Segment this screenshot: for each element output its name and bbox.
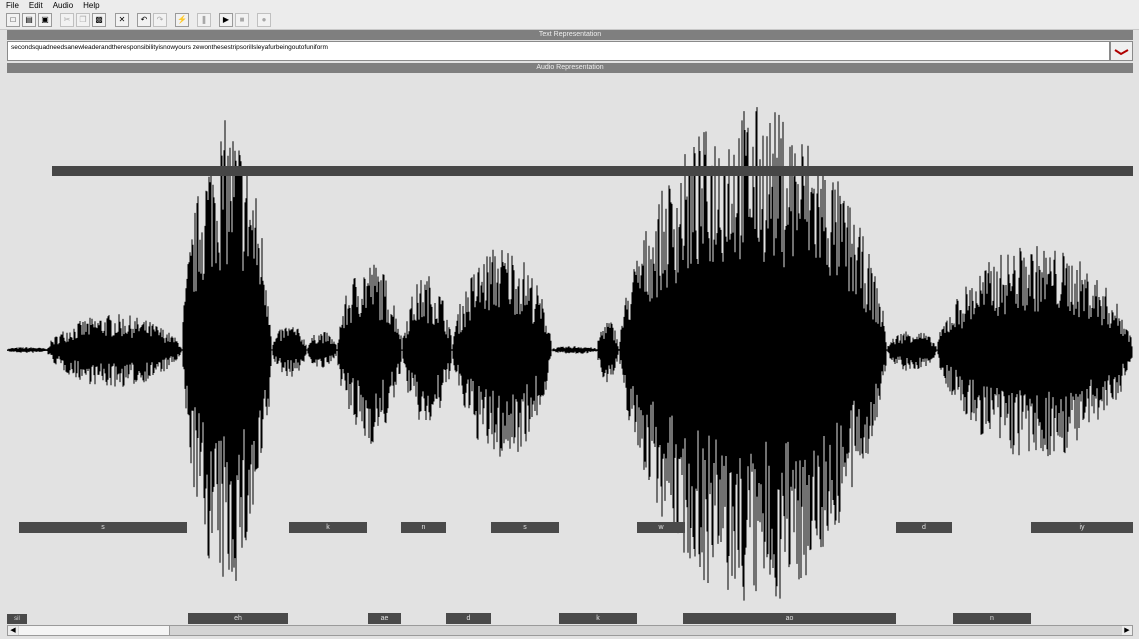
menu-bar: File Edit Audio Help xyxy=(0,0,1139,12)
toolbar: □ ▤ ▣ ✂ ❐ ▩ ✕ ↶ ↷ ⚡ ❚ ▶ ■ ● xyxy=(0,12,1139,30)
scroll-right-icon[interactable]: ▶ xyxy=(1122,626,1132,635)
copy-icon[interactable]: ❐ xyxy=(76,13,90,27)
text-representation-field[interactable]: secondsquadneedsanewleaderandtheresponsi… xyxy=(7,41,1110,61)
waveform xyxy=(7,107,1133,601)
undo-icon[interactable]: ↶ xyxy=(137,13,151,27)
delete-icon[interactable]: ✕ xyxy=(115,13,129,27)
record-icon[interactable]: ● xyxy=(257,13,271,27)
scroll-thumb[interactable] xyxy=(19,626,170,635)
phone-label[interactable]: iy xyxy=(1031,522,1133,533)
phone-label[interactable]: n xyxy=(401,522,446,533)
redo-icon[interactable]: ↷ xyxy=(153,13,167,27)
audio-waveform-area[interactable] xyxy=(7,74,1133,624)
phone-label[interactable]: ae xyxy=(368,613,401,624)
menu-edit[interactable]: Edit xyxy=(23,0,47,12)
phone-label[interactable]: s xyxy=(491,522,559,533)
audio-representation-header: Audio Representation xyxy=(7,63,1133,73)
open-icon[interactable]: ▤ xyxy=(22,13,36,27)
menu-file[interactable]: File xyxy=(0,0,23,12)
new-icon[interactable]: □ xyxy=(6,13,20,27)
text-representation-header: Text Representation xyxy=(7,30,1133,40)
phone-label[interactable]: n xyxy=(953,613,1031,624)
phone-label[interactable]: d xyxy=(446,613,491,624)
text-dropdown-button[interactable] xyxy=(1110,41,1133,61)
save-icon[interactable]: ▣ xyxy=(38,13,52,27)
horizontal-scrollbar[interactable]: ◀ ▶ xyxy=(7,625,1133,636)
scroll-left-icon[interactable]: ◀ xyxy=(8,626,18,635)
play-icon[interactable]: ▶ xyxy=(219,13,233,27)
phone-label[interactable]: k xyxy=(559,613,637,624)
menu-help[interactable]: Help xyxy=(77,0,103,12)
phone-label[interactable]: eh xyxy=(188,613,288,624)
cut-icon[interactable]: ✂ xyxy=(60,13,74,27)
pause-icon[interactable]: ❚ xyxy=(197,13,211,27)
chevron-down-icon xyxy=(1114,49,1129,56)
phone-label[interactable]: ao xyxy=(683,613,896,624)
phone-label[interactable]: w xyxy=(637,522,685,533)
run-icon[interactable]: ⚡ xyxy=(175,13,189,27)
phone-label[interactable]: d xyxy=(896,522,952,533)
silence-label[interactable]: sil xyxy=(7,614,27,624)
menu-audio[interactable]: Audio xyxy=(47,0,77,12)
phone-label[interactable]: k xyxy=(289,522,367,533)
paste-icon[interactable]: ▩ xyxy=(92,13,106,27)
phone-label[interactable]: s xyxy=(19,522,187,533)
stop-icon[interactable]: ■ xyxy=(235,13,249,27)
selection-range-bar[interactable] xyxy=(52,166,1133,176)
